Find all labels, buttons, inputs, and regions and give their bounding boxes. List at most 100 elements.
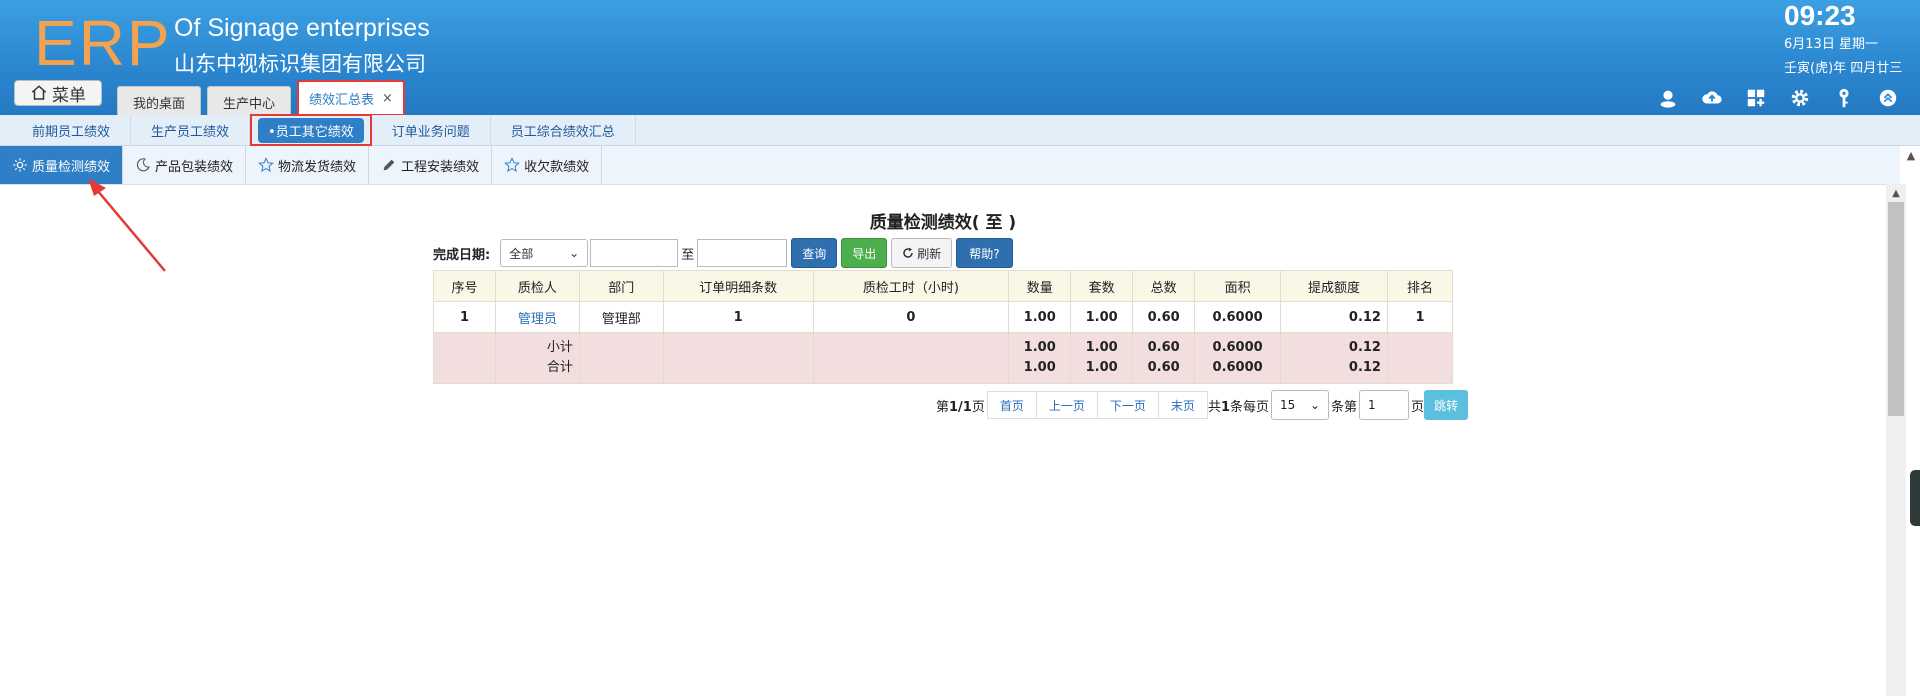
- key-icon[interactable]: [1832, 86, 1856, 110]
- filter-bar: 完成日期: 全部 ⌄ 至 查询 导出 刷新 帮助?: [433, 238, 1013, 268]
- inspector-link[interactable]: 管理员: [494, 301, 580, 333]
- sum-area: 0.6000 0.6000: [1194, 332, 1282, 384]
- total-info: 共1条每页: [1208, 396, 1269, 415]
- side-widget-handle[interactable]: [1910, 470, 1920, 526]
- sum-empty: [433, 332, 496, 384]
- page-info-post: 页: [971, 399, 985, 415]
- to-label: 至: [681, 247, 695, 263]
- subnav-order-issues[interactable]: 订单业务问题: [372, 115, 491, 145]
- tab-label: 产品包装绩效: [155, 159, 234, 175]
- subtotal-area: 0.6000: [1212, 340, 1263, 355]
- summary-labels: 小计 合计: [494, 332, 580, 384]
- chevron-up-icon[interactable]: [1876, 86, 1900, 110]
- prev-page-button[interactable]: 上一页: [1035, 391, 1098, 419]
- col-rank: 排名: [1386, 270, 1454, 302]
- export-button[interactable]: 导出: [841, 238, 888, 268]
- subnav-early-stage-performance[interactable]: 前期员工绩效: [0, 115, 132, 145]
- col-inspection-hours: 质检工时（小时): [812, 270, 1010, 302]
- goto-post: 页: [1411, 399, 1425, 415]
- performance-table: 序号 质检人 部门 订单明细条数 质检工时（小时) 数量 套数 总数 面积 提成…: [433, 270, 1454, 384]
- app-header: ERP Of Signage enterprises 山东中视标识集团有限公司 …: [0, 0, 1920, 115]
- grandtotal-bonus: 0.12: [1348, 360, 1381, 375]
- col-order-details: 订单明细条数: [662, 270, 814, 302]
- tab-performance-summary[interactable]: 绩效汇总表 ×: [297, 80, 405, 115]
- button-label: 刷新: [917, 246, 942, 261]
- tab-label: 我的桌面: [133, 97, 186, 112]
- company-name-cn: 山东中视标识集团有限公司: [174, 53, 426, 76]
- last-page-button[interactable]: 末页: [1157, 391, 1208, 419]
- button-label: 帮助?: [969, 246, 1000, 261]
- page-info-pre: 第: [936, 399, 950, 415]
- pagination: 第1/1页 首页 上一页 下一页 末页 共1条每页 15 ⌄ 条第 1 页 跳转: [936, 390, 1469, 420]
- moon-icon: [136, 158, 150, 172]
- cell-rank: 1: [1386, 301, 1454, 333]
- sum-empty: [578, 332, 664, 384]
- menu-button[interactable]: 菜单: [14, 80, 102, 106]
- sum-sets: 1.00 1.00: [1070, 332, 1134, 384]
- cell-department: 管理部: [578, 301, 664, 333]
- goto-page-input[interactable]: 1: [1359, 390, 1410, 420]
- col-bonus: 提成额度: [1280, 270, 1388, 302]
- cell-order-details: 1: [662, 301, 814, 333]
- total-post: 条每页: [1230, 399, 1270, 415]
- select-value: 全部: [509, 246, 534, 261]
- user-icon[interactable]: [1656, 86, 1680, 110]
- cell-total: 0.60: [1132, 301, 1196, 333]
- query-button[interactable]: 查询: [791, 238, 838, 268]
- subnav-production-performance[interactable]: 生产员工绩效: [131, 115, 251, 145]
- cell-sets: 1.00: [1070, 301, 1134, 333]
- per-page-select[interactable]: 15 ⌄: [1271, 390, 1330, 420]
- scroll-thumb[interactable]: [1888, 202, 1904, 416]
- grandtotal-sets: 1.00: [1085, 360, 1118, 375]
- first-page-button[interactable]: 首页: [986, 391, 1037, 419]
- clock-date: 6月13日 星期一: [1784, 37, 1878, 52]
- cloud-upload-icon[interactable]: [1700, 86, 1724, 110]
- subtotal-bonus: 0.12: [1348, 340, 1381, 355]
- refresh-icon: [903, 247, 913, 258]
- date-range-select[interactable]: 全部 ⌄: [500, 239, 589, 267]
- tab-label: 工程安装绩效: [401, 159, 480, 175]
- category-tabs: 质量检测绩效 产品包装绩效 物流发货绩效 工程安装绩效 收欠款绩效: [0, 146, 1900, 185]
- sum-total: 0.60 0.60: [1132, 332, 1196, 384]
- sum-quantity: 1.00 1.00: [1008, 332, 1072, 384]
- table-header-row: 序号 质检人 部门 订单明细条数 质检工时（小时) 数量 套数 总数 面积 提成…: [433, 270, 1454, 302]
- total-count: 1: [1220, 399, 1230, 415]
- end-date-input[interactable]: [697, 239, 788, 267]
- cell-area: 0.6000: [1194, 301, 1282, 333]
- clock-time: 09:23: [1784, 0, 1856, 31]
- scroll-up-arrow[interactable]: ▲: [1886, 184, 1906, 202]
- tab-label: 收欠款绩效: [524, 159, 590, 175]
- next-page-button[interactable]: 下一页: [1096, 391, 1159, 419]
- tab-label: 生产中心: [223, 97, 276, 112]
- tab-logistics-shipping[interactable]: 物流发货绩效: [246, 146, 370, 184]
- sub-navigation: 前期员工绩效 生产员工绩效 •员工其它绩效 订单业务问题 员工综合绩效汇总: [0, 114, 1920, 146]
- close-icon[interactable]: ×: [382, 91, 393, 106]
- grandtotal-area: 0.6000: [1212, 360, 1263, 375]
- menu-label: 菜单: [52, 85, 86, 106]
- tab-payment-collection[interactable]: 收欠款绩效: [492, 146, 603, 184]
- apps-icon[interactable]: [1744, 86, 1768, 110]
- grandtotal-quantity: 1.00: [1023, 360, 1056, 375]
- page-info: 第1/1页: [936, 396, 985, 415]
- gear-icon[interactable]: [1788, 86, 1812, 110]
- start-date-input[interactable]: [590, 239, 679, 267]
- outer-scroll-up-arrow[interactable]: ▲: [1902, 146, 1920, 164]
- company-name-en: Of Signage enterprises: [174, 14, 430, 42]
- tab-my-desktop[interactable]: 我的桌面: [117, 86, 202, 115]
- col-area: 面积: [1194, 270, 1282, 302]
- sum-empty: [662, 332, 814, 384]
- tab-engineering-installation[interactable]: 工程安装绩效: [369, 146, 493, 184]
- refresh-button[interactable]: 刷新: [891, 238, 953, 268]
- star-icon: [504, 157, 520, 173]
- goto-button[interactable]: 跳转: [1424, 390, 1469, 420]
- annotation-arrow-icon: [88, 178, 166, 272]
- tab-production-center[interactable]: 生产中心: [207, 86, 292, 115]
- subnav-comprehensive-summary[interactable]: 员工综合绩效汇总: [491, 115, 636, 145]
- subnav-other-performance[interactable]: •员工其它绩效: [250, 114, 372, 146]
- cell-index: 1: [433, 301, 496, 333]
- page-info-value: 1/1: [949, 399, 972, 415]
- lunar-date: 壬寅(虎)年 四月廿三: [1784, 61, 1903, 76]
- tab-label: 物流发货绩效: [278, 159, 357, 175]
- star-icon: [258, 157, 274, 173]
- help-button[interactable]: 帮助?: [956, 238, 1013, 268]
